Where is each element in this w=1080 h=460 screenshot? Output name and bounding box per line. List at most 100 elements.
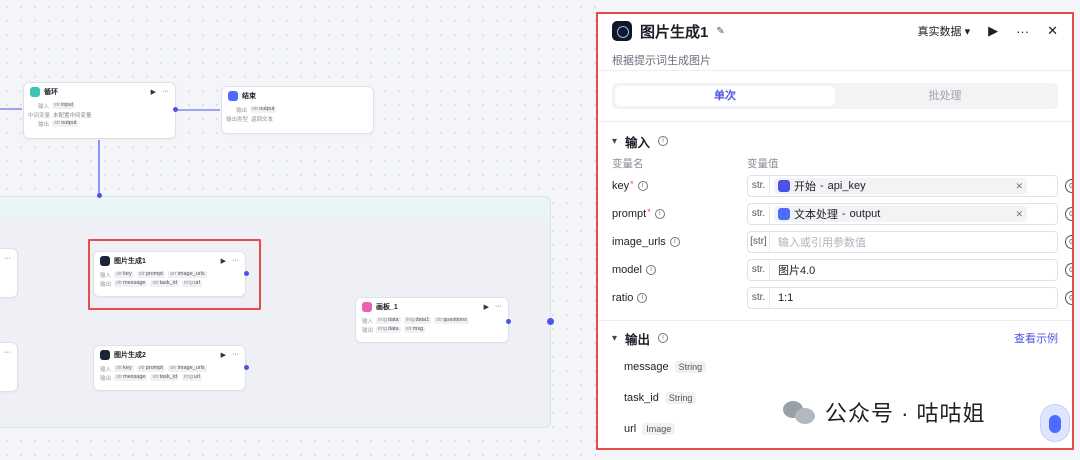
partial-node-top[interactable]: ··· <box>0 248 18 298</box>
more-icon[interactable]: ··· <box>4 255 11 262</box>
close-icon[interactable]: ✕ <box>1047 23 1058 39</box>
loop-end-port[interactable] <box>547 318 554 325</box>
type-badge: [str] <box>748 232 770 252</box>
variable-picker-icon[interactable]: ⊙ <box>1065 263 1072 277</box>
param-placeholder: 输入或引用参数值 <box>778 237 866 249</box>
run-icon[interactable]: ▶ <box>988 23 998 39</box>
image-gen-icon <box>100 350 110 360</box>
info-icon[interactable]: i <box>658 136 669 146</box>
clear-icon[interactable]: ✕ <box>1015 181 1023 192</box>
more-icon[interactable]: ··· <box>1016 24 1029 39</box>
loop-node[interactable]: 循环 ▶ ··· 输入 strinput 中间变量 未配置中间变量 输出 strout… <box>23 82 176 139</box>
info-icon[interactable]: i <box>645 265 656 275</box>
divider <box>598 70 1072 71</box>
ref-var-name: output <box>849 208 881 220</box>
variable-reference[interactable]: 文本处理 - output ✕ <box>774 206 1027 222</box>
end-node[interactable]: 结束 输出 stroutput 输出类型 返回文本 <box>221 86 374 134</box>
clear-icon[interactable]: ✕ <box>1015 209 1023 220</box>
tab-single[interactable]: 单次 <box>615 86 835 106</box>
param-name: key <box>612 180 630 192</box>
info-icon[interactable]: i <box>654 209 665 219</box>
required-mark: * <box>630 179 634 189</box>
node-title: 画板_1 <box>376 304 398 311</box>
row-label: 输出 <box>100 375 112 382</box>
run-icon[interactable]: ▶ <box>221 351 226 359</box>
node-title: 图片生成2 <box>114 352 146 359</box>
output-section-header[interactable]: ▾ 输出 i 查看示例 <box>598 325 1072 351</box>
param-value-field[interactable]: str. 图片4.0 ⊙ <box>747 259 1072 281</box>
row-label: 输出 <box>236 107 248 114</box>
board-icon <box>362 302 372 312</box>
board-node[interactable]: 画板_1 ▶ ··· 输入 imgdata imgdata1 strquesti… <box>355 297 509 343</box>
var-tag: stroutput <box>250 106 277 113</box>
run-icon[interactable]: ▶ <box>151 88 156 96</box>
watermark-text: 公众号 · 咕咕姐 <box>825 401 986 426</box>
view-example-link[interactable]: 查看示例 <box>1014 330 1058 346</box>
mode-segmented-control: 单次 批处理 <box>612 83 1058 109</box>
param-value-field[interactable]: str. 开始 - api_key ✕ ⊙ <box>747 175 1072 197</box>
row-label: 输入 <box>38 103 50 110</box>
section-title: 输出 <box>625 332 651 347</box>
param-value-field[interactable]: str. 文本处理 - output ✕ ⊙ <box>747 203 1072 225</box>
output-name: url <box>624 422 637 435</box>
partial-node-bottom[interactable]: ··· <box>0 342 18 392</box>
node-settings-panel: 图片生成1 ✎ 真实数据 ▾ ▶ ··· ✕ 根据提示词生成图片 单次 批处理 … <box>596 12 1074 450</box>
edit-icon[interactable]: ✎ <box>716 26 724 37</box>
col-name-header: 变量名 <box>612 157 644 170</box>
var-tag: strprompt <box>136 365 165 372</box>
more-icon[interactable]: ··· <box>4 349 11 356</box>
info-icon[interactable]: i <box>658 333 669 343</box>
divider <box>598 320 1072 321</box>
assistant-float-button[interactable] <box>1040 404 1070 442</box>
required-mark: * <box>647 207 651 217</box>
var-tag: strmsg <box>403 326 426 333</box>
more-icon[interactable]: ··· <box>232 351 239 359</box>
variable-picker-icon[interactable]: ⊙ <box>1065 291 1072 305</box>
more-icon[interactable]: ··· <box>495 303 502 311</box>
divider <box>598 121 1072 122</box>
variable-picker-icon[interactable]: ⊙ <box>1065 235 1072 249</box>
node-title: 循环 <box>44 89 58 96</box>
output-type-badge: String <box>664 391 697 404</box>
var-tag: stroutput <box>52 120 79 127</box>
end-icon <box>228 91 238 101</box>
more-icon[interactable]: ··· <box>162 88 169 96</box>
loop-body-port[interactable] <box>97 193 102 198</box>
watermark: 公众号 · 咕咕姐 <box>783 396 986 428</box>
ref-separator: - <box>820 180 824 192</box>
output-name: message <box>624 360 669 373</box>
info-icon[interactable]: i <box>637 181 648 191</box>
input-section-header[interactable]: ▾ 输入 i <box>598 128 1072 154</box>
output-name: task_id <box>624 391 659 404</box>
tab-batch[interactable]: 批处理 <box>835 86 1055 106</box>
var-tag: imgurl <box>182 374 203 381</box>
param-name: prompt <box>612 208 647 220</box>
image-gen-node-2[interactable]: 图片生成2 ▶ ··· 输入 strkey strprompt arrimage… <box>93 345 246 391</box>
workflow-canvas[interactable]: ··· ··· 循环 ▶ ··· 输入 strinput 中间变量 未配置中间变量 … <box>0 0 596 460</box>
panel-title[interactable]: 图片生成1 <box>640 21 708 42</box>
section-title: 输入 <box>625 135 651 150</box>
ref-var-name: api_key <box>827 180 866 192</box>
param-value: 图片4.0 <box>778 265 816 277</box>
chevron-down-icon: ▾ <box>612 135 618 147</box>
row-label: 输入 <box>362 318 374 325</box>
image-gen-2-out-port[interactable] <box>244 365 249 370</box>
run-icon[interactable]: ▶ <box>484 303 489 311</box>
variable-picker-icon[interactable]: ⊙ <box>1065 207 1072 221</box>
var-tag: strtask_id <box>150 374 180 381</box>
info-icon[interactable]: i <box>669 237 680 247</box>
var-tag: strkey <box>114 365 134 372</box>
panel-description[interactable]: 根据提示词生成图片 <box>598 48 1072 70</box>
loop-body-header <box>0 196 551 218</box>
board-out-port[interactable] <box>506 319 511 324</box>
variable-picker-icon[interactable]: ⊙ <box>1065 179 1072 193</box>
param-columns: 变量名 变量值 <box>598 154 1072 172</box>
param-value-field[interactable]: [str] 输入或引用参数值 ⊙ <box>747 231 1072 253</box>
type-badge: str. <box>748 260 770 280</box>
var-tag: imgdata <box>376 317 401 324</box>
data-mode-dropdown[interactable]: 真实数据 ▾ <box>918 23 971 39</box>
loop-out-port[interactable] <box>173 107 178 112</box>
variable-reference[interactable]: 开始 - api_key ✕ <box>774 178 1027 194</box>
param-value-field[interactable]: str. 1:1 ⊙ <box>747 287 1072 309</box>
info-icon[interactable]: i <box>637 293 648 303</box>
